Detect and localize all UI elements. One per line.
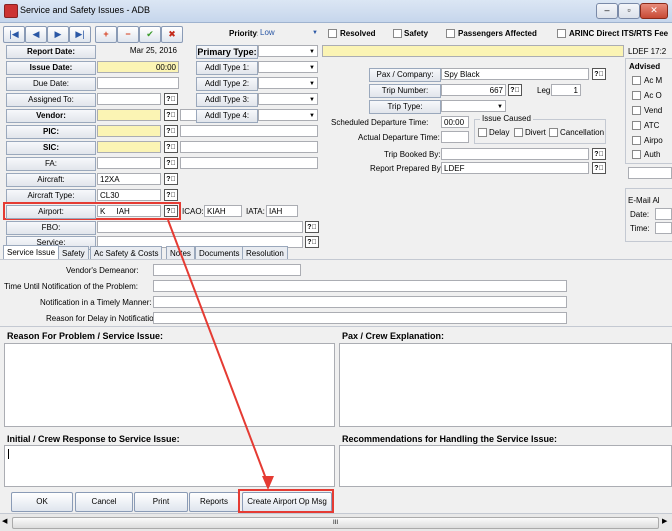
annotation-arrow [167, 219, 274, 490]
